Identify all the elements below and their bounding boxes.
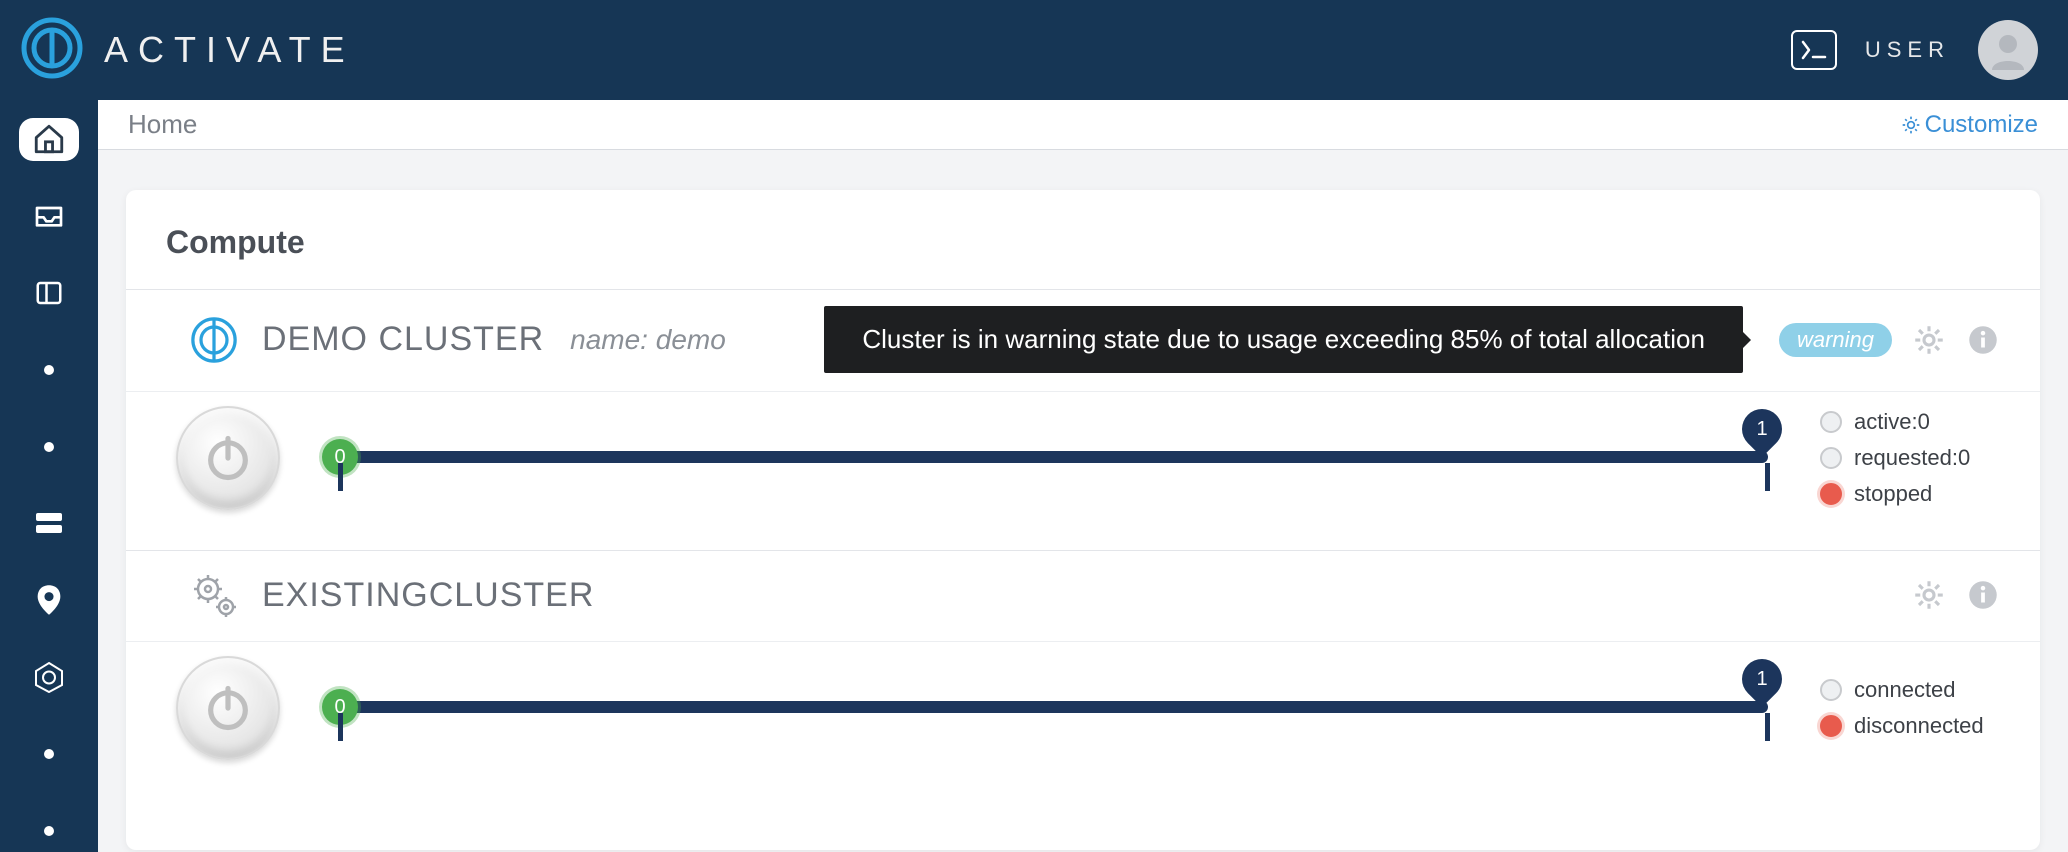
- cluster-settings-button[interactable]: [1912, 323, 1946, 357]
- slider-end-value: 1: [1756, 668, 1767, 691]
- power-button[interactable]: [176, 406, 280, 510]
- legend-row: connected: [1820, 677, 2000, 703]
- legend-dot-icon: [1820, 679, 1842, 701]
- cluster-subtitle: name: demo: [570, 324, 726, 356]
- helm-icon: [33, 661, 65, 693]
- content-header: Home Customize: [98, 100, 2068, 150]
- user-avatar[interactable]: [1978, 20, 2038, 80]
- user-label: USER: [1865, 37, 1950, 63]
- cluster-legend: active:0 requested:0 stopped: [1820, 409, 2000, 507]
- status-badge: warning: [1779, 323, 1892, 357]
- terminal-icon: [1801, 40, 1827, 60]
- power-icon: [202, 682, 254, 734]
- legend-label: active:0: [1854, 409, 1930, 435]
- dot-icon: [44, 749, 54, 759]
- sidebar-item-dot-4[interactable]: [19, 809, 79, 852]
- cluster-row: DEMO CLUSTER name: demo Cluster is in wa…: [126, 289, 2040, 550]
- sidebar-item-location[interactable]: [19, 579, 79, 622]
- legend-dot-icon: [1820, 447, 1842, 469]
- sidebar: [0, 100, 98, 852]
- warning-tooltip: Cluster is in warning state due to usage…: [824, 306, 1743, 373]
- gear-icon: [1914, 325, 1944, 355]
- legend-row: active:0: [1820, 409, 2000, 435]
- section-title: Compute: [126, 224, 2040, 289]
- slider-end-value: 1: [1756, 418, 1767, 441]
- gear-icon: [1901, 115, 1921, 135]
- legend-label: stopped: [1854, 481, 1932, 507]
- sidebar-item-kubernetes[interactable]: [19, 656, 79, 699]
- sidebar-item-inbox[interactable]: [19, 195, 79, 238]
- terminal-button[interactable]: [1791, 30, 1837, 70]
- cluster-legend: connected disconnected: [1820, 677, 2000, 739]
- sidebar-item-panel[interactable]: [19, 272, 79, 315]
- cluster-title: EXISTINGCLUSTER: [262, 576, 594, 615]
- sidebar-item-home[interactable]: [19, 118, 79, 161]
- slider-track: [340, 451, 1768, 463]
- sidebar-item-dot-1[interactable]: [19, 348, 79, 391]
- dot-icon: [44, 365, 54, 375]
- allocation-slider[interactable]: 0 1: [312, 413, 1788, 503]
- home-icon: [32, 122, 66, 156]
- brand-logo-icon: [20, 16, 84, 85]
- server-icon: [34, 511, 64, 535]
- legend-row: stopped: [1820, 481, 2000, 507]
- customize-label: Customize: [1925, 111, 2038, 139]
- panel-icon: [34, 278, 64, 308]
- cluster-gears-icon: [186, 567, 242, 623]
- legend-dot-icon: [1820, 411, 1842, 433]
- slider-tick: [338, 713, 343, 741]
- gear-icon: [1914, 580, 1944, 610]
- info-icon: [1968, 580, 1998, 610]
- cluster-header: EXISTINGCLUSTER: [126, 551, 2040, 641]
- avatar-icon: [1988, 30, 2028, 70]
- cluster-body: 0 1 connected disconnected: [126, 641, 2040, 800]
- dot-icon: [44, 442, 54, 452]
- dot-icon: [44, 826, 54, 836]
- content: Home Customize Compute DEMO CLUSTER: [98, 100, 2068, 852]
- inbox-icon: [33, 200, 65, 232]
- power-icon: [202, 432, 254, 484]
- sidebar-item-dot-2[interactable]: [19, 425, 79, 468]
- legend-row: disconnected: [1820, 713, 2000, 739]
- breadcrumb[interactable]: Home: [128, 109, 197, 140]
- legend-label: requested:0: [1854, 445, 1970, 471]
- slider-end-pin[interactable]: 1: [1734, 401, 1791, 458]
- compute-card: Compute DEMO CLUSTER name: demo Cluster …: [126, 190, 2040, 850]
- cluster-header: DEMO CLUSTER name: demo Cluster is in wa…: [126, 290, 2040, 391]
- sidebar-item-server[interactable]: [19, 502, 79, 545]
- slider-tick: [1765, 713, 1770, 741]
- cluster-row: EXISTINGCLUSTER: [126, 550, 2040, 800]
- cluster-info-button[interactable]: [1966, 578, 2000, 612]
- cluster-title: DEMO CLUSTER: [262, 320, 544, 359]
- cluster-logo-icon: [186, 312, 242, 368]
- top-bar-actions: USER: [1791, 20, 2038, 80]
- slider-end-pin[interactable]: 1: [1734, 651, 1791, 708]
- customize-link[interactable]: Customize: [1901, 111, 2038, 139]
- legend-dot-icon: [1820, 483, 1842, 505]
- brand: ACTIVATE: [20, 16, 355, 85]
- sidebar-item-dot-3[interactable]: [19, 732, 79, 775]
- slider-tick: [1765, 463, 1770, 491]
- allocation-slider[interactable]: 0 1: [312, 663, 1788, 753]
- cluster-settings-button[interactable]: [1912, 578, 1946, 612]
- cluster-info-button[interactable]: [1966, 323, 2000, 357]
- info-icon: [1968, 325, 1998, 355]
- legend-dot-icon: [1820, 715, 1842, 737]
- top-bar: ACTIVATE USER: [0, 0, 2068, 100]
- legend-label: connected: [1854, 677, 1956, 703]
- legend-label: disconnected: [1854, 713, 1984, 739]
- slider-tick: [338, 463, 343, 491]
- location-icon: [35, 583, 63, 617]
- cluster-body: 0 1 active:0 requested:0 stopped: [126, 391, 2040, 550]
- slider-track: [340, 701, 1768, 713]
- legend-row: requested:0: [1820, 445, 2000, 471]
- power-button[interactable]: [176, 656, 280, 760]
- brand-text: ACTIVATE: [104, 29, 355, 71]
